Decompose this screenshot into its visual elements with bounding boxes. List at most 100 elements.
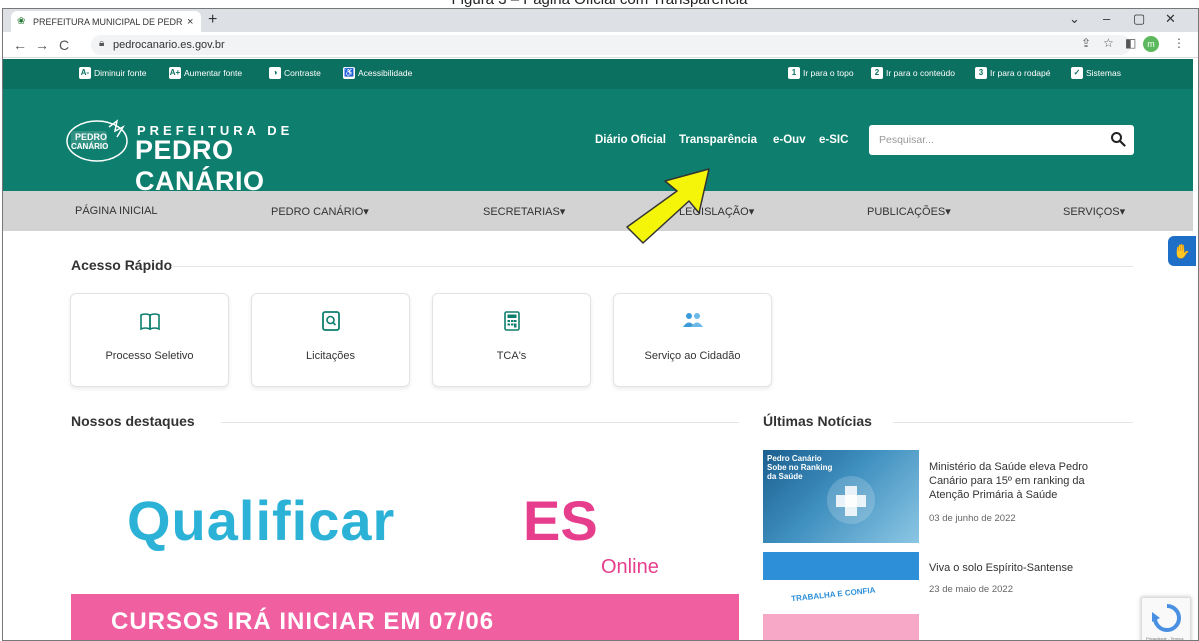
recaptcha-badge[interactable]: Privacidade - Termos <box>1141 597 1191 641</box>
nav-publicacoes[interactable]: PUBLICAÇÕES▾ <box>867 205 951 218</box>
contrast-icon: ◑ <box>269 67 281 79</box>
news-thumbnail-2-blue-band <box>763 552 919 580</box>
back-arrow-icon[interactable]: ← <box>13 37 27 53</box>
search-box <box>869 125 1134 155</box>
book-icon <box>139 313 160 331</box>
profile-avatar[interactable]: m <box>1143 36 1159 52</box>
increase-font-label: Aumentar fonte <box>184 68 243 78</box>
browser-tab[interactable]: ❀ PREFEITURA MUNICIPAL DE PEDRO × <box>11 11 201 32</box>
nav-pagina-inicial[interactable]: PÁGINA INICIAL <box>75 205 158 217</box>
highlights-divider <box>221 422 739 423</box>
e-sic-link[interactable]: e-SIC <box>819 134 848 146</box>
annotation-arrow-icon <box>626 168 710 244</box>
decrease-font-label: Diminuir fonte <box>94 68 147 78</box>
site-header: PEDRO CANÁRIO PREFEITURA DE PEDRO CANÁRI… <box>3 89 1193 196</box>
banner-online-text: Online <box>601 556 659 578</box>
people-icon <box>682 313 703 327</box>
minimize-button[interactable]: – <box>1103 11 1110 26</box>
banner-stripe-text: CURSOS IRÁ INICIAR EM 07/06 <box>111 608 495 635</box>
tab-title: PREFEITURA MUNICIPAL DE PEDRO <box>33 16 183 27</box>
lock-icon: 🔒︎ <box>99 38 105 49</box>
city-logo[interactable]: PEDRO CANÁRIO PREFEITURA DE PEDRO CANÁRI… <box>65 111 345 196</box>
accessibility-icon: ♿ <box>343 67 355 79</box>
search-input[interactable] <box>879 132 1089 148</box>
sign-language-hands-icon: ✋ <box>1173 243 1191 259</box>
transparencia-link[interactable]: Transparência <box>679 134 757 146</box>
check-icon: ✓ <box>1071 67 1083 79</box>
figure-caption-text: Figura 3 – Página Oficial com Transparên… <box>452 0 748 8</box>
nav-servicos[interactable]: SERVIÇOS▾ <box>1063 205 1125 218</box>
go-to-content-label: Ir para o conteúdo <box>886 68 955 78</box>
number-one-icon: 1 <box>788 67 800 79</box>
recaptcha-label: Privacidade - Termos <box>1146 636 1184 641</box>
accessibility-button[interactable]: ♿ Acessibilidade <box>343 67 412 79</box>
news-title: Últimas Notícias <box>763 413 872 429</box>
nav-secretarias[interactable]: SECRETARIAS▾ <box>483 205 565 218</box>
news-headline-1[interactable]: Ministério da Saúde eleva Pedro Canário … <box>929 460 1119 502</box>
city-emblem-icon: PEDRO CANÁRIO <box>66 119 128 162</box>
reload-icon[interactable]: C <box>59 37 69 53</box>
go-to-top-link[interactable]: 1 Ir para o topo <box>788 67 854 79</box>
highlight-banner[interactable]: Qualificar ES Online CURSOS IRÁ INICIAR … <box>71 444 739 640</box>
increase-font-button[interactable]: A+ Aumentar fonte <box>169 67 242 79</box>
accessibility-bar: A- Diminuir fonte A+ Aumentar fonte ◑ Co… <box>3 59 1193 89</box>
quick-card-label: TCA's <box>496 350 527 362</box>
news-headline-2[interactable]: Viva o solo Espírito-Santense <box>929 561 1119 575</box>
banner-stripe: CURSOS IRÁ INICIAR EM 07/06 <box>71 594 739 640</box>
nav-pedro-canario[interactable]: PEDRO CANÁRIO▾ <box>271 205 369 218</box>
svg-text:PEDRO: PEDRO <box>75 132 107 142</box>
tab-strip: ❀ PREFEITURA MUNICIPAL DE PEDRO × + ⌄ – … <box>3 9 1198 32</box>
sign-language-widget-button[interactable]: ✋ <box>1168 236 1196 266</box>
quick-access-title: Acesso Rápido <box>71 257 173 273</box>
share-icon[interactable]: ⇪ <box>1081 36 1091 50</box>
screenshot-root: Figura 3 – Página Oficial com Transparên… <box>0 0 1199 641</box>
quick-card-tcas[interactable]: TCA's <box>432 293 591 387</box>
bookmark-star-icon[interactable]: ☆ <box>1103 36 1114 50</box>
go-to-footer-label: Ir para o rodapé <box>990 68 1051 78</box>
highlights-title: Nossos destaques <box>71 413 195 429</box>
url-omnibox[interactable]: 🔒︎ pedrocanario.es.gov.br <box>91 35 1131 55</box>
contrast-label: Contraste <box>284 68 321 78</box>
e-ouv-link[interactable]: e-Ouv <box>773 134 806 146</box>
logo-city-text: PEDRO CANÁRIO <box>135 135 265 196</box>
document-search-icon <box>321 311 340 331</box>
tab-close-icon[interactable]: × <box>187 16 193 28</box>
go-to-footer-link[interactable]: 3 Ir para o rodapé <box>975 67 1050 79</box>
new-tab-button[interactable]: + <box>208 11 217 29</box>
url-text: pedrocanario.es.gov.br <box>113 39 225 51</box>
quick-card-label: Serviço ao Cidadão <box>644 350 741 362</box>
tab-search-chevron-icon[interactable]: ⌄ <box>1069 11 1080 27</box>
quick-card-servico-ao-cidadao[interactable]: Serviço ao Cidadão <box>613 293 772 387</box>
systems-label: Sistemas <box>1086 68 1121 78</box>
decrease-font-button[interactable]: A- Diminuir fonte <box>79 67 146 79</box>
forward-arrow-icon[interactable]: → <box>35 37 49 53</box>
news-thumbnail-1[interactable]: Pedro Canário Sobe no Ranking da Saúde <box>763 450 919 543</box>
news-thumbnail-2[interactable]: TRABALHA E CONFIA <box>763 552 919 640</box>
go-to-content-link[interactable]: 2 Ir para o conteúdo <box>871 67 955 79</box>
news-divider <box>893 422 1133 423</box>
contrast-button[interactable]: ◑ Contraste <box>269 67 321 79</box>
maximize-button[interactable]: ▢ <box>1133 11 1145 27</box>
news-date-1: 03 de junho de 2022 <box>929 513 1016 524</box>
accessibility-label: Acessibilidade <box>358 68 413 78</box>
number-two-icon: 2 <box>871 67 883 79</box>
quick-card-processo-seletivo[interactable]: Processo Seletivo <box>70 293 229 387</box>
decrease-font-icon: A- <box>79 67 91 79</box>
side-panel-icon[interactable]: ◧ <box>1125 36 1136 50</box>
banner-es-text: ES <box>523 489 598 552</box>
news-thumbnail-2-caption: TRABALHA E CONFIA <box>790 585 876 604</box>
news-thumbnail-2-pink-band <box>763 614 919 640</box>
diario-oficial-link[interactable]: Diário Oficial <box>595 134 666 146</box>
quick-card-licitacoes[interactable]: Licitações <box>251 293 410 387</box>
svg-text:CANÁRIO: CANÁRIO <box>71 142 108 151</box>
quick-card-label: Licitações <box>306 350 355 362</box>
menu-dots-icon[interactable]: ⋮ <box>1173 36 1185 50</box>
close-window-button[interactable]: ✕ <box>1165 11 1176 27</box>
browser-window: ❀ PREFEITURA MUNICIPAL DE PEDRO × + ⌄ – … <box>2 8 1199 641</box>
systems-link[interactable]: ✓ Sistemas <box>1071 67 1121 79</box>
recaptcha-icon <box>1152 604 1181 632</box>
main-navigation: PÁGINA INICIAL PEDRO CANÁRIO▾ SECRETARIA… <box>3 191 1193 231</box>
search-icon[interactable] <box>1110 131 1126 147</box>
figure-caption: Figura 3 – Página Oficial com Transparên… <box>0 0 1199 8</box>
calculator-icon <box>503 311 520 331</box>
